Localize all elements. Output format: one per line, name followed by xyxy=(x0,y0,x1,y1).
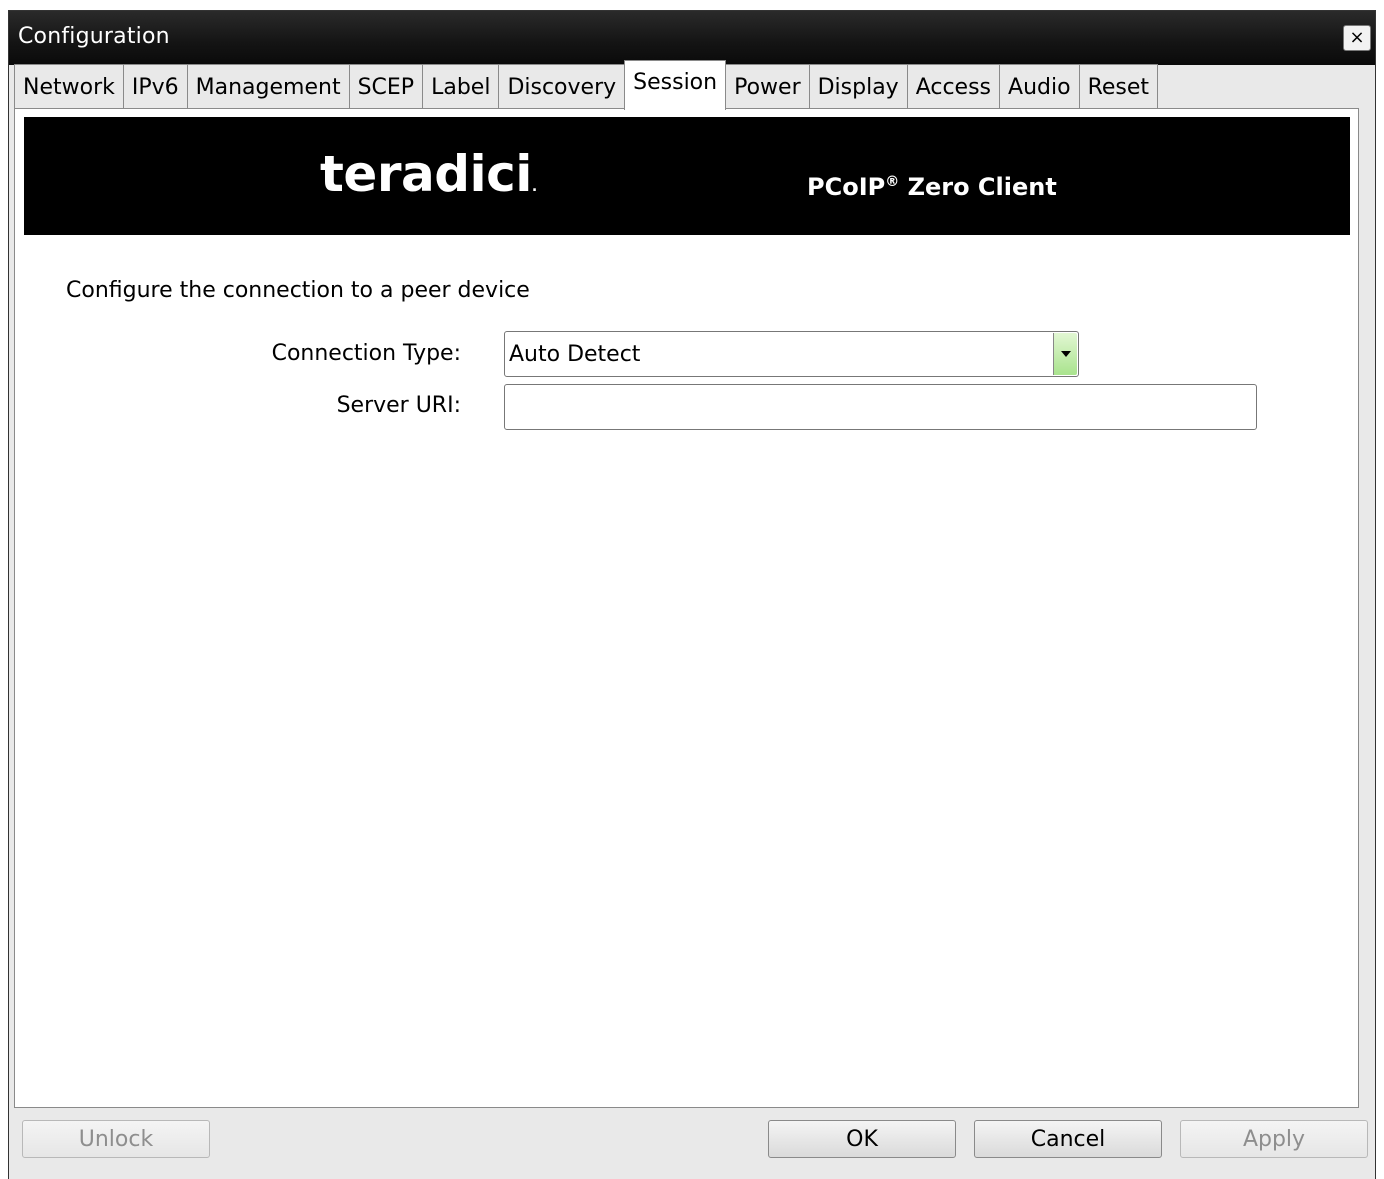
logo-dot: . xyxy=(531,179,537,195)
close-icon: × xyxy=(1349,27,1365,48)
registered-mark: ® xyxy=(885,174,900,190)
server-uri-input[interactable] xyxy=(504,384,1257,430)
close-button[interactable]: × xyxy=(1343,25,1371,51)
tab-scep[interactable]: SCEP xyxy=(348,64,424,110)
product-prefix: PCoIP xyxy=(807,173,886,201)
tab-audio[interactable]: Audio xyxy=(999,64,1080,110)
connection-type-select[interactable]: Auto Detect xyxy=(504,331,1079,377)
product-suffix: Zero Client xyxy=(899,173,1057,201)
tab-management[interactable]: Management xyxy=(186,64,350,110)
server-uri-label: Server URI: xyxy=(336,393,461,418)
logo-text: teradici xyxy=(320,145,532,203)
ok-button[interactable]: OK xyxy=(768,1120,956,1158)
tab-reset[interactable]: Reset xyxy=(1078,64,1159,110)
title-bar: Configuration × xyxy=(9,11,1375,65)
apply-button[interactable]: Apply xyxy=(1180,1120,1368,1158)
tab-discovery[interactable]: Discovery xyxy=(498,64,626,110)
cancel-button[interactable]: Cancel xyxy=(974,1120,1162,1158)
teradici-logo: teradici. xyxy=(320,145,537,203)
tab-label[interactable]: Label xyxy=(422,64,500,110)
tab-network[interactable]: Network xyxy=(14,64,124,110)
teradici-banner: teradici. PCoIP® Zero Client xyxy=(24,117,1350,235)
chevron-down-icon[interactable] xyxy=(1053,333,1077,375)
tab-power[interactable]: Power xyxy=(725,64,810,110)
tab-access[interactable]: Access xyxy=(906,64,1001,110)
connection-type-value: Auto Detect xyxy=(509,342,641,367)
session-panel: teradici. PCoIP® Zero Client Configure t… xyxy=(14,108,1359,1108)
tab-bar: Network IPv6 Management SCEP Label Disco… xyxy=(14,60,1159,110)
window-title: Configuration xyxy=(18,24,170,49)
unlock-button[interactable]: Unlock xyxy=(22,1120,210,1158)
session-description: Configure the connection to a peer devic… xyxy=(66,278,530,303)
tab-session[interactable]: Session xyxy=(624,60,727,110)
product-name: PCoIP® Zero Client xyxy=(807,173,1057,201)
tab-ipv6[interactable]: IPv6 xyxy=(122,64,188,110)
connection-type-label: Connection Type: xyxy=(271,341,461,366)
tab-display[interactable]: Display xyxy=(808,64,908,110)
